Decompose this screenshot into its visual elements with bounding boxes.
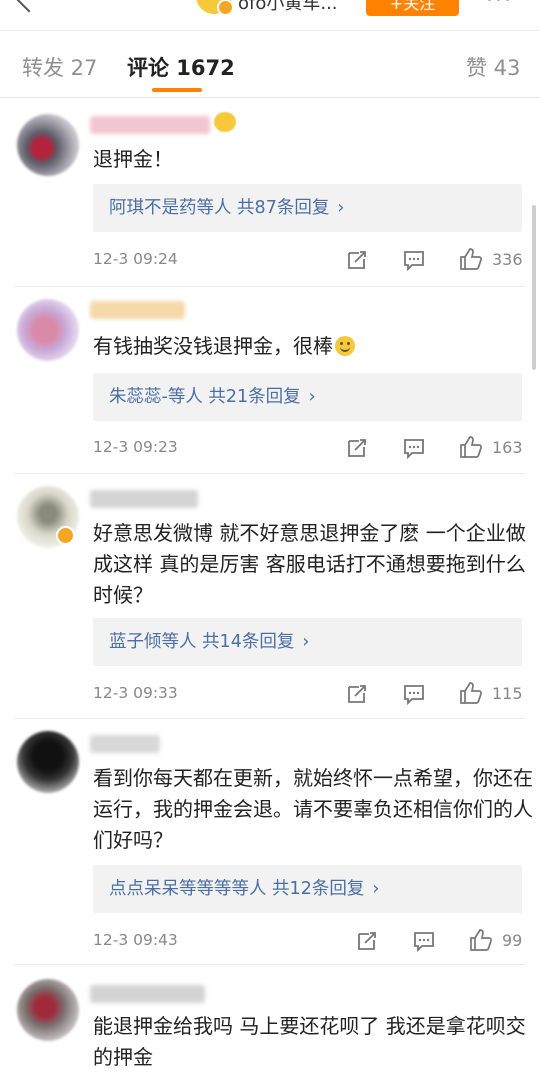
smile-emoji-icon — [335, 336, 355, 356]
like-icon[interactable] — [459, 435, 483, 459]
repost-icon[interactable] — [346, 683, 368, 705]
comment-text: 退押金！ — [93, 147, 173, 171]
replies-link[interactable]: 朱蕊蕊-等人 共21条回复 › — [93, 373, 522, 421]
like-count: 99 — [502, 931, 523, 950]
account-avatar[interactable] — [196, 0, 234, 16]
member-icon — [214, 112, 236, 132]
comment-item: 有钱抽奖没钱退押金，很棒 朱蕊蕊-等人 共21条回复 › 12-3 09:23 1… — [0, 287, 540, 473]
username[interactable] — [90, 301, 185, 319]
username[interactable] — [90, 985, 205, 1003]
comment-time: 12-3 09:24 — [93, 250, 178, 268]
avatar[interactable] — [17, 299, 79, 361]
scrollbar[interactable] — [532, 205, 536, 370]
verified-icon — [56, 526, 75, 545]
comment-icon[interactable] — [403, 249, 425, 271]
like-icon[interactable] — [469, 928, 493, 952]
comment-time: 12-3 09:33 — [93, 684, 178, 702]
comment-text: 好意思发微博 就不好意思退押金了麽 一个企业做成这样 真的是厉害 客服电话打不通… — [93, 521, 526, 607]
tab-active-indicator — [152, 88, 202, 92]
comment-icon[interactable] — [403, 437, 425, 459]
more-icon[interactable]: ··· — [486, 0, 513, 13]
replies-label: 朱蕊蕊-等人 共21条回复 — [109, 387, 301, 407]
username[interactable] — [90, 490, 198, 508]
back-arrow-icon[interactable] — [13, 0, 45, 13]
repost-icon[interactable] — [356, 930, 378, 952]
chevron-right-icon: › — [302, 632, 310, 652]
comment-item: 退押金！ 阿琪不是药等人 共87条回复 › 12-3 09:24 336 — [0, 98, 540, 286]
avatar[interactable] — [17, 114, 79, 176]
like-icon[interactable] — [459, 681, 483, 705]
comment-text-content: 有钱抽奖没钱退押金，很棒 — [93, 334, 333, 358]
tab-comments[interactable]: 评论 1672 — [127, 52, 235, 82]
replies-label: 阿琪不是药等人 共87条回复 — [109, 198, 330, 218]
verified-icon — [217, 0, 234, 16]
replies-link[interactable]: 点点呆呆等等等等人 共12条回复 › — [93, 865, 522, 913]
comment-item: 好意思发微博 就不好意思退押金了麽 一个企业做成这样 真的是厉害 客服电话打不通… — [0, 474, 540, 718]
username[interactable] — [90, 735, 160, 753]
avatar[interactable] — [17, 731, 79, 793]
comment-icon[interactable] — [403, 683, 425, 705]
replies-label: 点点呆呆等等等等人 共12条回复 — [109, 879, 365, 899]
comment-text: 能退押金给我吗 马上要还花呗了 我还是拿花呗交的押金 — [93, 1014, 526, 1069]
repost-icon[interactable] — [346, 437, 368, 459]
account-name[interactable]: ofo小黄车... — [238, 0, 338, 15]
username[interactable] — [90, 116, 210, 134]
like-icon[interactable] — [459, 247, 483, 271]
like-count: 115 — [492, 684, 523, 703]
replies-link[interactable]: 蓝子倾等人 共14条回复 › — [93, 618, 522, 666]
follow-button[interactable]: +关注 — [366, 0, 459, 16]
replies-link[interactable]: 阿琪不是药等人 共87条回复 › — [93, 184, 522, 232]
repost-icon[interactable] — [346, 249, 368, 271]
replies-label: 蓝子倾等人 共14条回复 — [109, 632, 295, 652]
chevron-right-icon: › — [337, 198, 345, 218]
like-count: 163 — [492, 438, 523, 457]
tab-repost[interactable]: 转发 27 — [22, 52, 97, 82]
tab-bar: 转发 27 评论 1672 赞 43 — [0, 31, 540, 98]
comment-text: 看到你每天都在更新，就始终怀一点希望，你还在运行，我的押金会退。请不要辜负还相信… — [93, 766, 533, 852]
comment-time: 12-3 09:23 — [93, 438, 178, 456]
tab-likes[interactable]: 赞 43 — [466, 52, 520, 82]
avatar[interactable] — [17, 979, 79, 1041]
like-count: 336 — [492, 250, 523, 269]
comment-icon[interactable] — [413, 930, 435, 952]
comment-item: 能退押金给我吗 马上要还花呗了 我还是拿花呗交的押金 — [0, 965, 540, 1080]
comment-time: 12-3 09:43 — [93, 931, 178, 949]
comment-item: 看到你每天都在更新，就始终怀一点希望，你还在运行，我的押金会退。请不要辜负还相信… — [0, 719, 540, 964]
top-bar: ofo小黄车... +关注 ··· — [0, 0, 540, 31]
chevron-right-icon: › — [308, 387, 316, 407]
comment-text: 有钱抽奖没钱退押金，很棒 — [93, 331, 533, 362]
chevron-right-icon: › — [372, 879, 380, 899]
